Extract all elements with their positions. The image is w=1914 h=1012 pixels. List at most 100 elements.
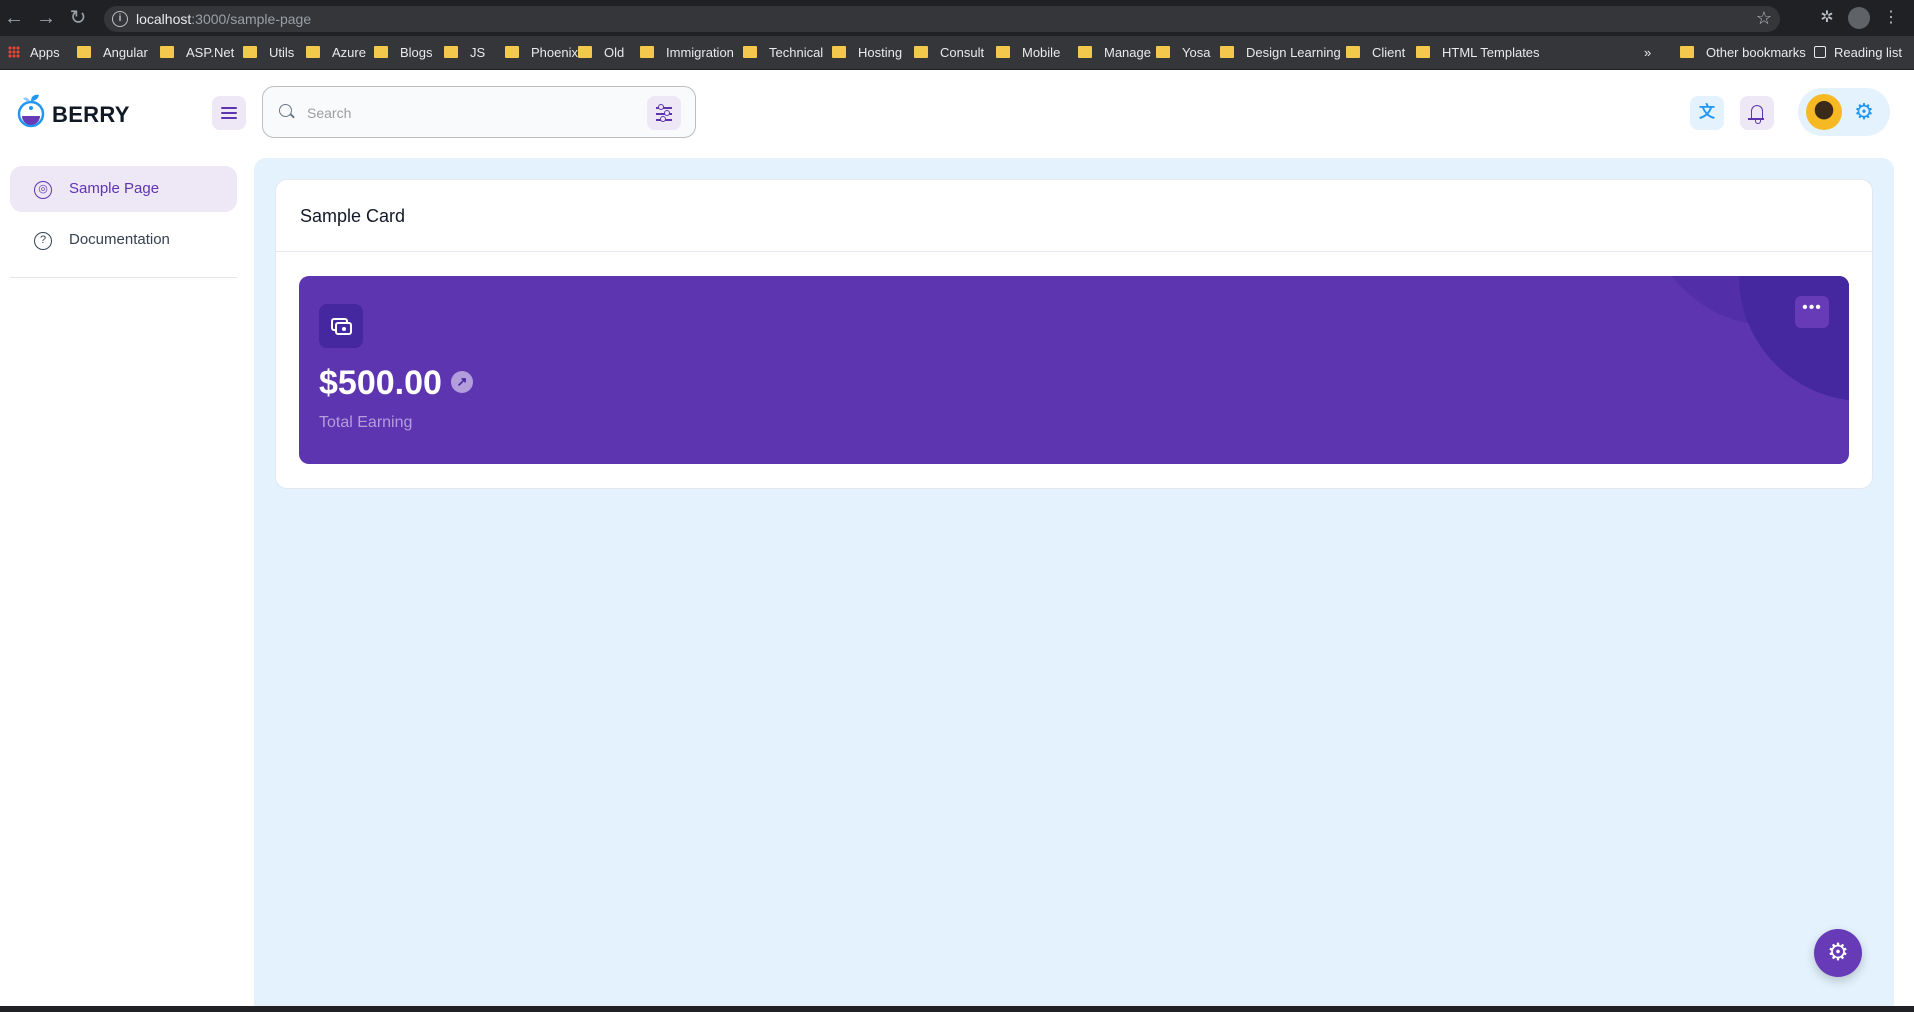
folder-icon	[505, 46, 519, 58]
address-bar[interactable]: i localhost:3000/sample-page ☆	[104, 6, 1780, 32]
info-icon[interactable]: i	[112, 11, 128, 27]
gear-icon[interactable]: ⚙	[1852, 100, 1876, 124]
bookmark-label: Immigration	[666, 45, 734, 60]
forward-icon[interactable]: →	[34, 6, 58, 30]
bookmark-mobile[interactable]: Mobile	[996, 44, 1060, 62]
bookmark-label: Old	[604, 45, 625, 60]
translate-button[interactable]: 文	[1690, 96, 1724, 130]
folder-icon	[832, 46, 846, 58]
bookmark-label: Angular	[103, 45, 148, 60]
brand-chrome-icon: ◎	[34, 181, 52, 199]
bookmark-html-templates[interactable]: HTML Templates	[1416, 44, 1540, 62]
bookmark-apps[interactable]: Apps	[8, 44, 60, 62]
menu-dots-icon[interactable]: ⋮	[1880, 7, 1902, 29]
folder-icon	[914, 46, 928, 58]
sidebar-item-sample-page[interactable]: ◎ Sample Page	[10, 166, 237, 212]
bookmark-manage[interactable]: Manage	[1078, 44, 1151, 62]
taskbar-strip	[0, 1006, 1914, 1012]
bookmark-hosting[interactable]: Hosting	[832, 44, 902, 62]
bookmark-label: Hosting	[858, 45, 903, 60]
reading-list-button[interactable]: Reading list	[1814, 44, 1902, 62]
bookmark-label: Utils	[269, 45, 295, 60]
search-icon	[279, 104, 292, 117]
reload-icon[interactable]: ↻	[66, 6, 90, 30]
bookmark-js[interactable]: JS	[444, 44, 485, 62]
url-path: :3000/sample-page	[191, 11, 312, 27]
earning-amount: $500.00	[319, 364, 442, 402]
more-horizontal-icon: •••	[1802, 299, 1822, 316]
folder-icon	[160, 46, 174, 58]
folder-icon	[578, 46, 592, 58]
bookmark-label: Other bookmarks	[1706, 45, 1806, 60]
card-divider	[276, 251, 1872, 252]
app-header: BERRY 文 ⚙	[0, 70, 1914, 158]
bookmark-label: ASP.Net	[186, 45, 235, 60]
bookmark-label: Technical	[769, 45, 824, 60]
profile-chip[interactable]: ⚙	[1798, 88, 1890, 136]
extensions-icon[interactable]: ✲	[1816, 7, 1838, 29]
decorative-circle	[1739, 276, 1849, 401]
bookmark-angular[interactable]: Angular	[77, 44, 148, 62]
bookmark-label: Phoenix	[531, 45, 578, 60]
folder-icon	[743, 46, 757, 58]
help-icon: ?	[34, 232, 52, 250]
wallet-icon	[319, 304, 363, 348]
bookmark-label: Manage	[1104, 45, 1151, 60]
url-text[interactable]: localhost:3000/sample-page	[136, 11, 311, 27]
search-bar	[262, 86, 696, 138]
translate-icon: 文	[1698, 104, 1715, 121]
bookmark-other-bookmarks[interactable]: Other bookmarks	[1680, 44, 1806, 62]
sidebar-item-documentation[interactable]: ? Documentation	[10, 217, 237, 263]
folder-icon	[444, 46, 458, 58]
folder-icon	[1220, 46, 1234, 58]
bookmark-blogs[interactable]: Blogs	[374, 44, 433, 62]
back-icon[interactable]: ←	[2, 6, 26, 30]
bookmark-utils[interactable]: Utils	[243, 44, 294, 62]
bookmark-immigration[interactable]: Immigration	[640, 44, 734, 62]
bell-icon	[1748, 105, 1764, 124]
bookmark-phoenix[interactable]: Phoenix	[505, 44, 578, 62]
bookmark-asp-net[interactable]: ASP.Net	[160, 44, 234, 62]
notification-button[interactable]	[1740, 96, 1774, 130]
folder-icon	[640, 46, 654, 58]
bookmark-label: Mobile	[1022, 45, 1061, 60]
bookmark-label: HTML Templates	[1442, 45, 1540, 60]
customization-settings-button[interactable]: ⚙	[1814, 929, 1862, 977]
filter-settings-button[interactable]	[647, 96, 681, 130]
folder-icon	[1680, 46, 1694, 58]
bookmark-label: Yosa	[1182, 45, 1211, 60]
search-input[interactable]	[307, 101, 627, 125]
bookmark-consult[interactable]: Consult	[914, 44, 984, 62]
folder-icon	[374, 46, 388, 58]
bookmark-star-icon[interactable]: ☆	[1756, 8, 1772, 29]
bookmark-azure[interactable]: Azure	[306, 44, 366, 62]
menu-toggle-button[interactable]	[212, 96, 246, 130]
bookmark-label: Apps	[30, 45, 60, 60]
main-content: Sample Card ••• $500.00 ↗ Total Earning	[254, 158, 1894, 1006]
bookmark-label: JS	[470, 45, 486, 60]
avatar[interactable]	[1806, 94, 1842, 130]
sidebar-item-label: Documentation	[69, 231, 170, 248]
arrow-up-right-icon: ↗	[451, 371, 473, 393]
bookmarks-overflow-button[interactable]: »	[1644, 44, 1651, 62]
bookmark-client[interactable]: Client	[1346, 44, 1405, 62]
folder-icon	[243, 46, 257, 58]
brand-name[interactable]: BERRY	[52, 102, 130, 128]
bookmark-label: Consult	[940, 45, 985, 60]
bookmark-label: Design Learning	[1246, 45, 1341, 60]
folder-icon	[306, 46, 320, 58]
profile-icon[interactable]	[1848, 7, 1870, 29]
reading-list-icon	[1814, 46, 1826, 58]
folder-icon	[1156, 46, 1170, 58]
bookmark-old[interactable]: Old	[578, 44, 624, 62]
bookmark-technical[interactable]: Technical	[743, 44, 823, 62]
bookmark-design-learning[interactable]: Design Learning	[1220, 44, 1341, 62]
apps-grid-icon	[8, 46, 20, 58]
folder-icon	[1416, 46, 1430, 58]
more-options-button[interactable]: •••	[1795, 296, 1829, 328]
sidebar-divider	[10, 277, 237, 278]
folder-icon	[77, 46, 91, 58]
bookmark-yosa[interactable]: Yosa	[1156, 44, 1210, 62]
berry-logo-icon	[17, 94, 45, 128]
sidebar-item-label: Sample Page	[69, 180, 160, 197]
